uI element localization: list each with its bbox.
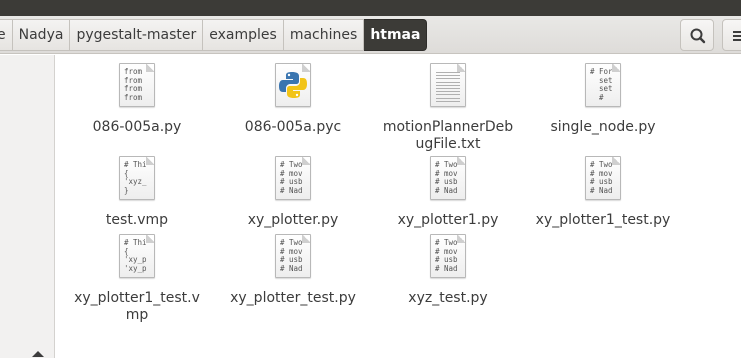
file-item[interactable]: # Two # mov # usb # Nad xy_plotter_test.…	[223, 234, 363, 307]
python-file-icon	[275, 63, 311, 107]
file-preview: # Two # mov # usb # Nad	[435, 161, 458, 195]
breadcrumb-item[interactable]: machines	[283, 19, 365, 51]
file-name: xyz_test.py	[408, 290, 488, 306]
breadcrumb: e Nadya pygestalt-master examples machin…	[0, 19, 428, 51]
file-name: xy_plotter_test.py	[230, 290, 356, 306]
text-file-icon: # Two # mov # usb # Nad	[275, 156, 311, 200]
sidebar	[0, 55, 55, 358]
file-item[interactable]: # Two # mov # usb # Nad xy_plotter1.py	[378, 156, 518, 229]
text-file-icon: # Thi { 'xyz_ }	[119, 156, 155, 200]
search-icon	[690, 28, 706, 44]
file-name: 086-005a.py	[92, 119, 182, 135]
header-bar: e Nadya pygestalt-master examples machin…	[0, 16, 741, 54]
text-file-icon: # For set set #	[585, 63, 621, 107]
window-title-bar	[0, 0, 741, 16]
file-preview: from from from from	[124, 68, 143, 102]
text-file-icon: # Two # mov # usb # Nad	[430, 234, 466, 278]
file-preview: # Two # mov # usb # Nad	[280, 161, 303, 195]
file-preview: # Thi { 'xy_p 'xy_p	[124, 239, 147, 273]
file-item[interactable]: # Thi { 'xy_p 'xy_p xy_plotter1_test.vmp	[67, 234, 207, 324]
file-item[interactable]: motionPlannerDebugFile.txt	[378, 63, 518, 153]
text-file-icon: # Two # mov # usb # Nad	[585, 156, 621, 200]
text-file-icon: # Two # mov # usb # Nad	[430, 156, 466, 200]
file-name: test.vmp	[105, 212, 169, 228]
file-name: xy_plotter1_test.vmp	[74, 290, 200, 323]
file-preview: # Thi { 'xyz_ }	[124, 161, 147, 195]
breadcrumb-item[interactable]: pygestalt-master	[70, 19, 204, 51]
file-item[interactable]: # Two # mov # usb # Nad xy_plotter1_test…	[533, 156, 673, 229]
file-name: motionPlannerDebugFile.txt	[382, 119, 514, 152]
text-file-icon: # Two # mov # usb # Nad	[275, 234, 311, 278]
text-file-icon: from from from from	[119, 63, 155, 107]
file-preview: # Two # mov # usb # Nad	[280, 239, 303, 273]
file-preview: # Two # mov # usb # Nad	[435, 239, 458, 273]
search-button[interactable]	[680, 19, 714, 51]
file-item[interactable]: from from from from 086-005a.py	[67, 63, 207, 136]
file-name: 086-005a.pyc	[244, 119, 342, 135]
file-preview: # For set set #	[590, 68, 613, 102]
breadcrumb-item[interactable]: Nadya	[12, 19, 71, 51]
file-item[interactable]: # Two # mov # usb # Nad xy_plotter.py	[223, 156, 363, 229]
text-file-icon: # Thi { 'xy_p 'xy_p	[119, 234, 155, 278]
hamburger-menu-icon	[733, 31, 741, 41]
breadcrumb-item[interactable]: e	[0, 19, 13, 51]
file-item[interactable]: # Thi { 'xyz_ } test.vmp	[67, 156, 207, 229]
file-name: xy_plotter1_test.py	[535, 212, 671, 228]
file-item[interactable]: 086-005a.pyc	[223, 63, 363, 136]
file-item[interactable]: # Two # mov # usb # Nad xyz_test.py	[378, 234, 518, 307]
file-item[interactable]: # For set set # single_node.py	[533, 63, 673, 136]
breadcrumb-current[interactable]: htmaa	[364, 19, 428, 51]
file-preview: # Two # mov # usb # Nad	[590, 161, 613, 195]
file-name: single_node.py	[550, 119, 656, 135]
breadcrumb-item[interactable]: examples	[203, 19, 284, 51]
eject-button[interactable]	[32, 346, 44, 358]
eject-icon	[32, 351, 44, 357]
file-name: xy_plotter1.py	[397, 212, 499, 228]
menu-button[interactable]	[722, 19, 741, 51]
file-name: xy_plotter.py	[247, 212, 339, 228]
text-document-icon	[430, 63, 466, 107]
